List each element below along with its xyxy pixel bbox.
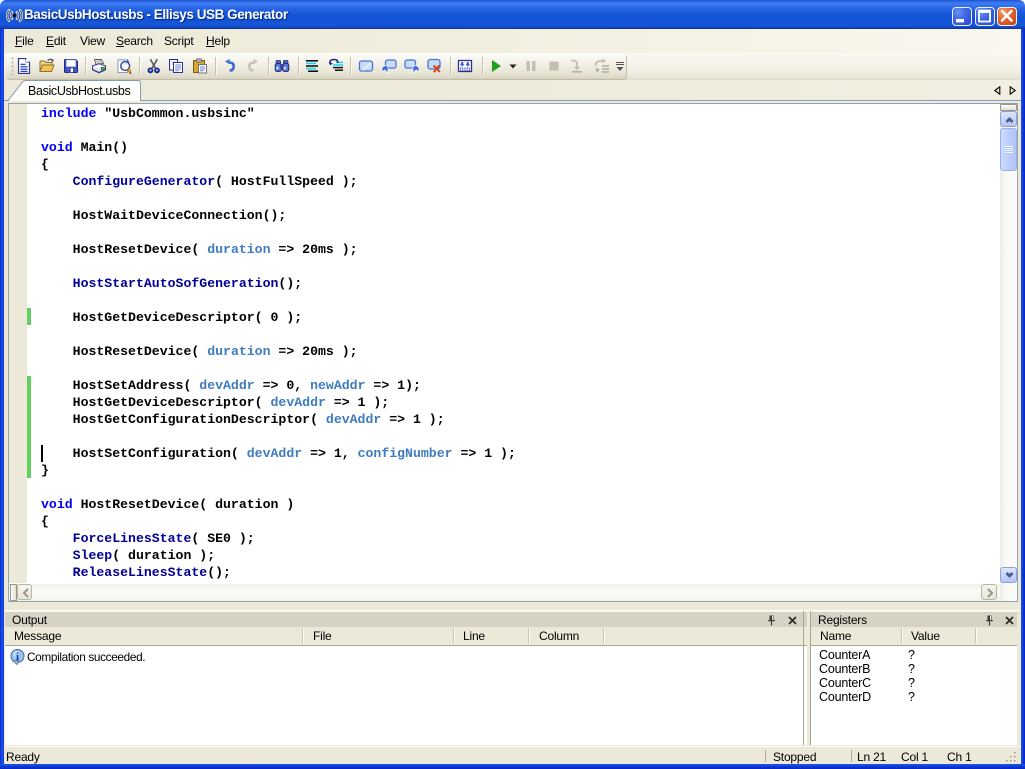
svg-text:i: i [16,652,19,663]
